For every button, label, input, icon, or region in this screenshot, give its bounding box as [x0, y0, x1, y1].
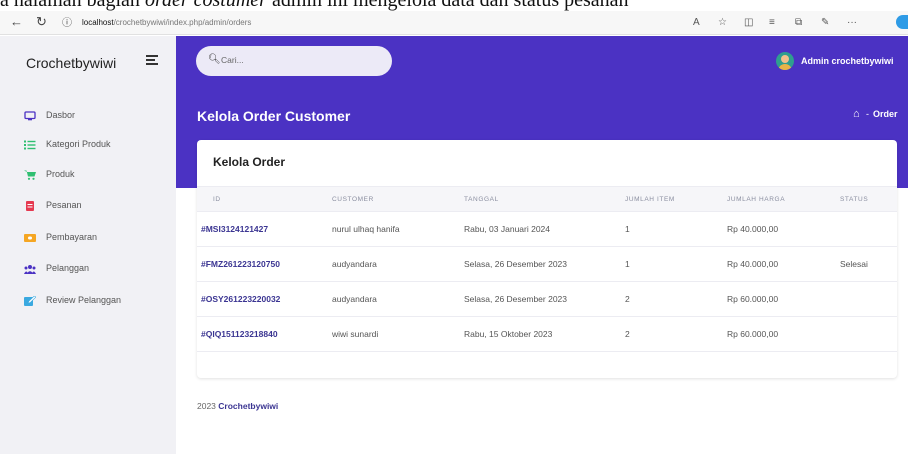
column-header-id: ID	[213, 196, 221, 203]
monitor-icon	[24, 111, 36, 121]
refresh-icon[interactable]: ↻	[36, 14, 47, 30]
column-header-status: STATUS	[840, 196, 869, 203]
copilot-icon[interactable]	[896, 15, 908, 29]
back-icon[interactable]: ←	[10, 14, 23, 30]
address-bar[interactable]: localhost/crochetbywiwi/index.php/admin/…	[82, 17, 251, 29]
column-header-tanggal: TANGGAL	[464, 196, 499, 203]
sidebar-item-label: Dasbor	[46, 110, 76, 120]
info-icon[interactable]: ⓘ	[62, 16, 72, 32]
users-icon	[24, 265, 36, 274]
sidebar-item-pelanggan[interactable]: Pelanggan	[24, 260, 174, 280]
brand-name: Crochetbywiwi	[26, 55, 117, 71]
sidebar-item-label: Pembayaran	[46, 232, 98, 242]
sidebar: Crochetbywiwi Dasbor Kategori Produk Pro…	[0, 36, 176, 454]
order-items: 2	[625, 329, 630, 339]
admin-user-name[interactable]: Admin crochetbywiwi	[801, 56, 894, 66]
search-input[interactable]: 🔍︎ Cari...	[196, 46, 392, 76]
breadcrumb-separator: -	[866, 109, 869, 119]
url-path: /crochetbywiwi/index.php/admin/orders	[113, 18, 252, 27]
card-icon	[24, 234, 36, 242]
list-icon	[24, 140, 36, 150]
table-row[interactable]: #QIQ151123218840 wiwi sunardi Rabu, 15 O…	[197, 317, 897, 352]
browser-toolbar: ← ↻ ⓘ localhost/crochetbywiwi/index.php/…	[0, 11, 908, 35]
url-host: localhost	[82, 18, 114, 27]
table-row[interactable]: #OSY261223220032 audyandara Selasa, 26 D…	[197, 282, 897, 317]
caption-italic: order costumer	[144, 0, 267, 11]
order-customer: audyandara	[332, 294, 377, 304]
sidebar-item-label: Pelanggan	[46, 263, 90, 273]
order-id[interactable]: #MSI3124121427	[201, 224, 268, 234]
page-title: Kelola Order Customer	[197, 108, 351, 124]
order-id[interactable]: #OSY261223220032	[201, 294, 280, 304]
sidebar-item-pesanan[interactable]: Pesanan	[24, 197, 174, 217]
column-header-jumlah-harga: JUMLAH HARGA	[727, 196, 786, 203]
order-items: 2	[625, 294, 630, 304]
edit-icon	[24, 296, 36, 306]
order-price: Rp 60.000,00	[727, 294, 779, 304]
sidebar-item-review-pelanggan[interactable]: Review Pelanggan	[24, 292, 174, 312]
footer-year: 2023	[197, 401, 216, 411]
favorite-star-icon[interactable]: ☆	[718, 16, 727, 30]
table-row[interactable]: #MSI3124121427 nurul ulhaq hanifa Rabu, …	[197, 212, 897, 247]
split-screen-icon[interactable]: ◫	[744, 16, 753, 30]
menu-toggle-icon[interactable]	[146, 54, 158, 66]
home-icon[interactable]: ⌂	[853, 108, 860, 120]
order-date: Rabu, 15 Oktober 2023	[464, 329, 553, 339]
document-caption: a halaman bagian order costumer admin in…	[0, 0, 908, 11]
read-aloud-icon[interactable]: A	[693, 16, 700, 30]
card-title: Kelola Order	[213, 155, 286, 169]
order-customer: audyandara	[332, 259, 377, 269]
sidebar-item-label: Kategori Produk	[46, 139, 111, 149]
order-price: Rp 40.000,00	[727, 259, 779, 269]
order-date: Selasa, 26 Desember 2023	[464, 259, 568, 269]
order-items: 1	[625, 259, 630, 269]
avatar[interactable]	[776, 52, 794, 70]
sidebar-item-label: Review Pelanggan	[46, 295, 122, 305]
sidebar-item-dasbor[interactable]: Dasbor	[24, 107, 174, 127]
order-price: Rp 40.000,00	[727, 224, 779, 234]
order-date: Rabu, 03 Januari 2024	[464, 224, 551, 234]
order-customer: nurul ulhaq hanifa	[332, 224, 400, 234]
order-status: Selesai	[840, 259, 868, 269]
order-id[interactable]: #FMZ261223120750	[201, 259, 280, 269]
search-icon: 🔍︎	[208, 54, 221, 65]
footer-brand-link[interactable]: Crochetbywiwi	[218, 401, 278, 411]
favorites-list-icon[interactable]: ≡	[769, 16, 775, 30]
search-placeholder: Cari...	[221, 55, 244, 65]
order-price: Rp 60.000,00	[727, 329, 779, 339]
sidebar-item-kategori-produk[interactable]: Kategori Produk	[24, 136, 174, 156]
extensions-icon[interactable]: ✎	[821, 16, 829, 30]
column-header-customer: CUSTOMER	[332, 196, 374, 203]
more-menu-icon[interactable]: ···	[847, 16, 857, 30]
column-header-jumlah-item: JUMLAH ITEM	[625, 196, 675, 203]
sidebar-item-label: Produk	[46, 169, 75, 179]
order-customer: wiwi sunardi	[332, 329, 379, 339]
breadcrumb-current: Order	[873, 109, 898, 119]
caption-suffix: admin ini mengelola data dan status pesa…	[266, 0, 629, 11]
order-date: Selasa, 26 Desember 2023	[464, 294, 568, 304]
order-items: 1	[625, 224, 630, 234]
table-header: ID CUSTOMER TANGGAL JUMLAH ITEM JUMLAH H…	[197, 186, 897, 212]
sidebar-item-label: Pesanan	[46, 200, 82, 210]
page-footer: 2023 Crochetbywiwi	[197, 401, 278, 411]
table-row[interactable]: #FMZ261223120750 audyandara Selasa, 26 D…	[197, 247, 897, 282]
sidebar-item-produk[interactable]: Produk	[24, 166, 174, 186]
cart-icon	[24, 170, 36, 180]
collections-icon[interactable]: ⧉	[795, 16, 802, 30]
caption-prefix: a halaman bagian	[0, 0, 145, 11]
order-id[interactable]: #QIQ151123218840	[201, 329, 278, 339]
document-icon	[26, 201, 34, 211]
sidebar-item-pembayaran[interactable]: Pembayaran	[24, 229, 174, 249]
orders-card: Kelola Order ID CUSTOMER TANGGAL JUMLAH …	[197, 140, 897, 378]
